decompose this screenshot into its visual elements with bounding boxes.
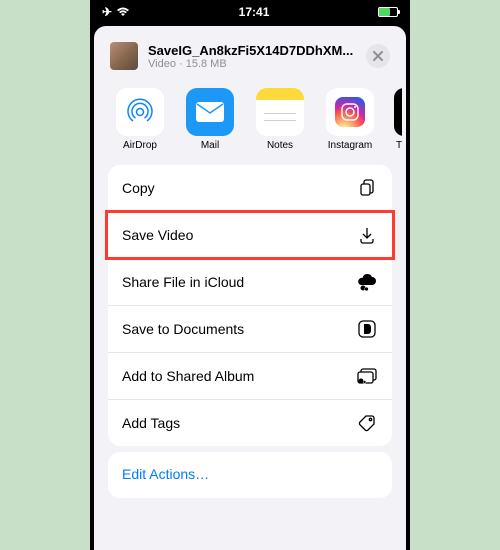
app-tiktok-partial[interactable]: T <box>394 88 402 151</box>
app-label: T <box>394 140 402 151</box>
action-label: Save Video <box>122 227 193 243</box>
app-mail[interactable]: Mail <box>184 88 236 151</box>
action-save-documents[interactable]: Save to Documents <box>108 306 392 353</box>
instagram-icon <box>326 88 374 136</box>
app-label: Instagram <box>328 140 372 151</box>
file-header: SaveIG_An8kzFi5X14D7DDhXM... Video · 15.… <box>98 32 402 82</box>
action-label: Save to Documents <box>122 321 244 337</box>
tag-icon <box>356 412 378 434</box>
action-label: Add Tags <box>122 415 180 431</box>
mail-icon <box>186 88 234 136</box>
app-label: Mail <box>201 140 219 151</box>
status-bar: ✈ 17:41 <box>90 0 410 24</box>
action-add-shared-album[interactable]: Add to Shared Album <box>108 353 392 400</box>
share-apps-row: AirDrop Mail Notes Instagram <box>98 82 402 165</box>
close-button[interactable] <box>366 44 390 68</box>
notes-icon <box>256 88 304 136</box>
action-label: Add to Shared Album <box>122 368 254 384</box>
file-thumbnail <box>110 42 138 70</box>
icloud-share-icon <box>356 271 378 293</box>
copy-icon <box>356 177 378 199</box>
wifi-icon <box>116 7 130 17</box>
app-label: Notes <box>267 140 293 151</box>
actions-list: Copy Save Video Share File in iCloud S <box>108 165 392 446</box>
action-add-tags[interactable]: Add Tags <box>108 400 392 446</box>
action-copy[interactable]: Copy <box>108 165 392 212</box>
app-instagram[interactable]: Instagram <box>324 88 376 151</box>
edit-actions-label: Edit Actions… <box>122 466 209 482</box>
app-airdrop[interactable]: AirDrop <box>114 88 166 151</box>
file-name: SaveIG_An8kzFi5X14D7DDhXM... <box>148 43 356 58</box>
action-label: Copy <box>122 180 155 196</box>
action-label: Share File in iCloud <box>122 274 244 290</box>
download-icon <box>356 224 378 246</box>
battery-icon <box>378 7 398 17</box>
shared-album-icon <box>356 365 378 387</box>
airdrop-icon <box>116 88 164 136</box>
status-time: 17:41 <box>239 5 270 19</box>
documents-icon <box>356 318 378 340</box>
app-notes[interactable]: Notes <box>254 88 306 151</box>
action-share-icloud[interactable]: Share File in iCloud <box>108 259 392 306</box>
action-save-video[interactable]: Save Video <box>108 212 392 259</box>
phone-frame: ✈ 17:41 SaveIG_An8kzFi5X14D7DDhXM... Vid… <box>90 0 410 550</box>
file-meta: Video · 15.8 MB <box>148 58 356 70</box>
close-icon <box>373 51 383 61</box>
share-sheet: SaveIG_An8kzFi5X14D7DDhXM... Video · 15.… <box>98 32 402 550</box>
tiktok-icon <box>394 88 402 136</box>
app-label: AirDrop <box>123 140 157 151</box>
edit-actions[interactable]: Edit Actions… <box>108 452 392 498</box>
airplane-icon: ✈ <box>102 5 112 19</box>
